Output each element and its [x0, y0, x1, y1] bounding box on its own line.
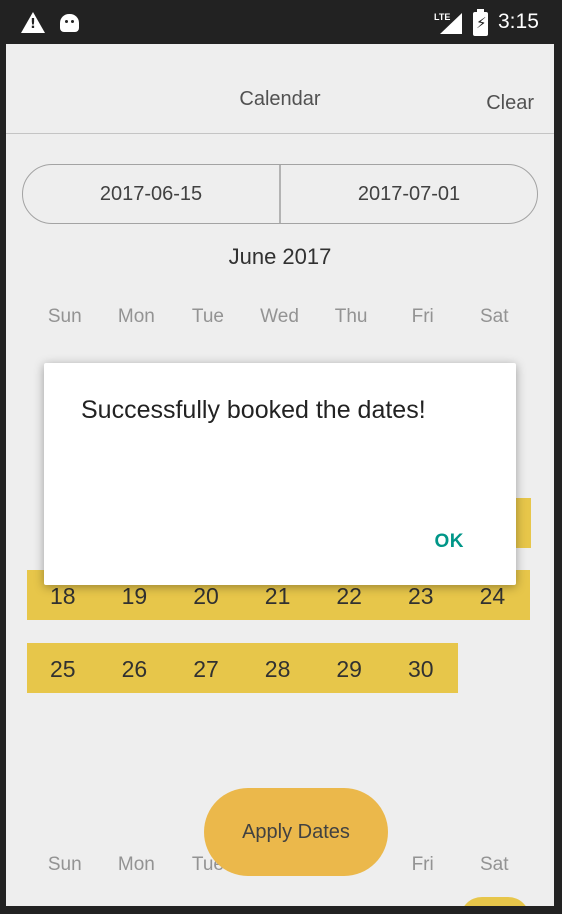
- screen-frame-right: [554, 0, 562, 914]
- android-icon: [60, 14, 79, 32]
- dialog-message: Successfully booked the dates!: [81, 396, 426, 424]
- status-bar: ! LTE ⚡ 3:15: [0, 0, 562, 44]
- success-dialog: Successfully booked the dates! OK: [44, 363, 516, 585]
- signal-icon: [440, 13, 462, 34]
- clock: 3:15: [498, 10, 539, 33]
- battery-icon: ⚡: [473, 9, 488, 36]
- screen-frame-bottom: [0, 906, 562, 914]
- warning-icon: !: [21, 12, 45, 33]
- ok-button[interactable]: OK: [435, 531, 465, 553]
